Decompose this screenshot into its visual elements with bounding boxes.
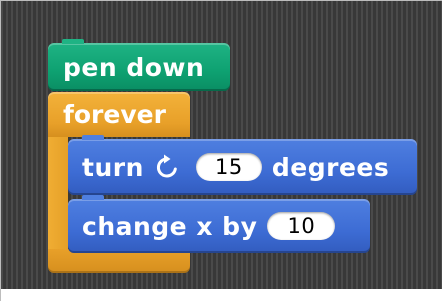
turn-label: turn (82, 152, 144, 182)
forever-block-arm[interactable] (48, 137, 68, 249)
rotate-clockwise-icon (154, 153, 180, 181)
degrees-label: degrees (271, 152, 390, 182)
change-x-label: change x by (82, 211, 258, 241)
forever-label: forever (63, 100, 166, 129)
change-x-block[interactable]: change x by 10 (68, 195, 370, 253)
change-x-input[interactable]: 10 (267, 212, 336, 240)
pen-down-block[interactable]: pen down (48, 39, 230, 91)
degrees-input[interactable]: 15 (195, 153, 262, 181)
turn-degrees-block[interactable]: turn 15 degrees (68, 135, 417, 195)
forever-block[interactable]: forever (48, 92, 190, 137)
scripts-area: pen down forever turn 15 degrees change … (0, 0, 442, 301)
pen-down-label: pen down (63, 52, 205, 82)
